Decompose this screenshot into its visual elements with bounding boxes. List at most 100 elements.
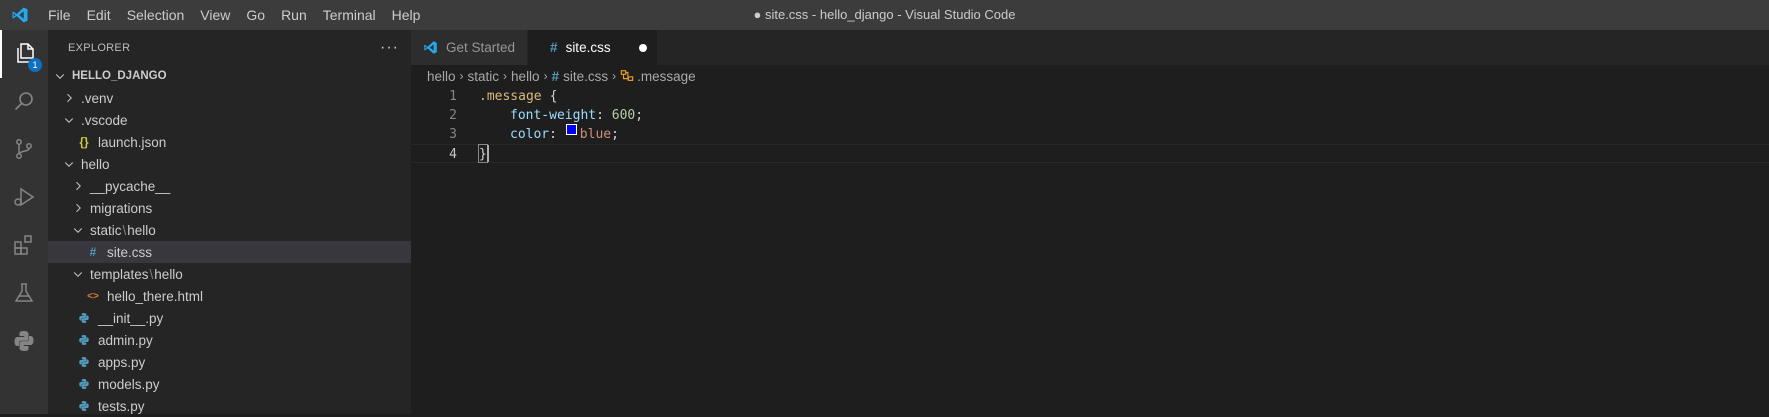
python-activity-button[interactable] xyxy=(0,318,48,366)
breadcrumb-item[interactable]: .message xyxy=(637,69,696,84)
explorer-badge: 1 xyxy=(28,58,42,72)
tree-item-label: __init__.py xyxy=(98,310,164,326)
file-item[interactable]: __init__.py xyxy=(48,307,411,329)
breadcrumb: hello › static › hello › # site.css › .m… xyxy=(411,65,1769,87)
chevron-right-icon: › xyxy=(612,69,617,83)
menu-bar: File Edit Selection View Go Run Terminal Help xyxy=(40,0,428,30)
chevron-right-icon: › xyxy=(543,69,548,83)
python-file-icon xyxy=(76,378,92,390)
chevron-right-icon xyxy=(70,180,86,192)
folder-item[interactable]: templates \ hello xyxy=(48,263,411,285)
chevron-right-icon: › xyxy=(459,69,464,83)
explorer-title: EXPLORER xyxy=(68,41,131,54)
run-debug-icon xyxy=(12,185,36,212)
chevron-down-icon xyxy=(70,268,86,280)
chevron-down-icon xyxy=(52,70,68,82)
folder-item[interactable]: __pycache__ xyxy=(48,175,411,197)
compact-folder-separator: \ xyxy=(149,266,154,282)
tab-get-started[interactable]: Get Started xyxy=(411,30,529,65)
menu-selection[interactable]: Selection xyxy=(119,0,193,30)
tree-item-label: hello_there.html xyxy=(107,288,204,304)
breadcrumb-item[interactable]: hello xyxy=(511,69,540,84)
workspace-root[interactable]: HELLO_DJANGO xyxy=(48,65,411,87)
unsaved-dot-icon[interactable] xyxy=(638,43,647,52)
css-file-icon: # xyxy=(89,245,97,259)
tree-item-label: apps.py xyxy=(98,354,146,370)
testing-icon xyxy=(12,281,36,308)
color-swatch[interactable] xyxy=(565,124,577,135)
chevron-right-icon xyxy=(70,202,86,214)
source-control-icon xyxy=(12,137,36,164)
folder-item[interactable]: .vscode xyxy=(48,109,411,131)
tree-item-label: admin.py xyxy=(98,332,153,348)
json-file-icon: {} xyxy=(79,135,89,149)
python-file-icon xyxy=(76,312,92,324)
tab-site-css[interactable]: # site.css xyxy=(528,30,658,65)
css-selector: .message xyxy=(479,89,542,104)
tree-item-label: migrations xyxy=(90,200,153,216)
menu-help[interactable]: Help xyxy=(384,0,429,30)
menu-terminal[interactable]: Terminal xyxy=(315,0,384,30)
file-item[interactable]: {} launch.json xyxy=(48,131,411,153)
code-line-current: 4 } xyxy=(411,144,1769,163)
breadcrumb-item[interactable]: static xyxy=(468,69,500,84)
editor-area: Get Started # site.css hello › static › … xyxy=(411,30,1769,414)
breadcrumb-item[interactable]: site.css xyxy=(563,69,608,84)
extensions-activity-button[interactable] xyxy=(0,222,48,270)
code-line: 3 color : blue ; xyxy=(411,124,1769,144)
css-value: 600 xyxy=(611,108,636,123)
folder-item[interactable]: static \ hello xyxy=(48,219,411,241)
folder-item[interactable]: migrations xyxy=(48,197,411,219)
compact-folder-separator: \ xyxy=(122,222,127,238)
line-number: 3 xyxy=(449,127,457,142)
css-hash-icon: # xyxy=(550,40,558,55)
menu-view[interactable]: View xyxy=(192,0,238,30)
file-item[interactable]: admin.py xyxy=(48,329,411,351)
css-hash-icon: # xyxy=(551,68,560,84)
code-line: 2 font-weight : 600 ; xyxy=(411,106,1769,125)
html-file-icon: <> xyxy=(87,290,99,302)
run-debug-activity-button[interactable] xyxy=(0,174,48,222)
explorer-activity-button[interactable]: 1 xyxy=(0,30,48,78)
more-actions-icon[interactable]: ··· xyxy=(380,39,399,57)
vscode-logo-icon xyxy=(423,40,438,55)
chevron-down-icon xyxy=(70,224,86,236)
menu-go[interactable]: Go xyxy=(238,0,273,30)
search-activity-button[interactable] xyxy=(0,78,48,126)
code-line: 1 .message { xyxy=(411,87,1769,106)
line-number: 4 xyxy=(449,147,457,162)
title-bar: File Edit Selection View Go Run Terminal Help ●… xyxy=(0,0,1769,30)
chevron-right-icon xyxy=(61,92,77,104)
explorer-header: EXPLORER ··· xyxy=(48,30,411,65)
chevron-right-icon: › xyxy=(503,69,508,83)
file-item[interactable]: apps.py xyxy=(48,351,411,373)
testing-activity-button[interactable] xyxy=(0,270,48,318)
folder-item[interactable]: hello xyxy=(48,153,411,175)
menu-run[interactable]: Run xyxy=(273,0,315,30)
menu-file[interactable]: File xyxy=(40,0,79,30)
tree-item-label: __pycache__ xyxy=(90,178,171,194)
python-file-icon xyxy=(76,334,92,346)
css-property: font-weight xyxy=(510,108,597,123)
open-brace: { xyxy=(549,89,558,104)
menu-edit[interactable]: Edit xyxy=(79,0,119,30)
file-item[interactable]: # site.css xyxy=(48,241,411,263)
tree-item-label: static xyxy=(90,222,122,238)
file-item[interactable]: models.py xyxy=(48,373,411,395)
tab-label: Get Started xyxy=(446,40,516,55)
file-item[interactable]: <> hello_there.html xyxy=(48,285,411,307)
source-control-activity-button[interactable] xyxy=(0,126,48,174)
folder-item[interactable]: .venv xyxy=(48,87,411,109)
symbol-class-icon xyxy=(620,69,634,83)
css-value: blue xyxy=(579,127,612,142)
breadcrumb-item[interactable]: hello xyxy=(427,69,456,84)
css-property: color xyxy=(510,127,550,142)
tree-item-label: HELLO_DJANGO xyxy=(72,70,167,82)
line-number: 2 xyxy=(449,108,457,123)
chevron-down-icon xyxy=(61,114,77,126)
tree-item-label: templates xyxy=(90,266,149,282)
chevron-down-icon xyxy=(61,158,77,170)
tree-item-label: site.css xyxy=(107,244,153,260)
tree-item-label: hello xyxy=(127,222,156,238)
code-editor[interactable]: 1 .message { 2 font-weight : 600 ; 3 col… xyxy=(411,87,1769,163)
